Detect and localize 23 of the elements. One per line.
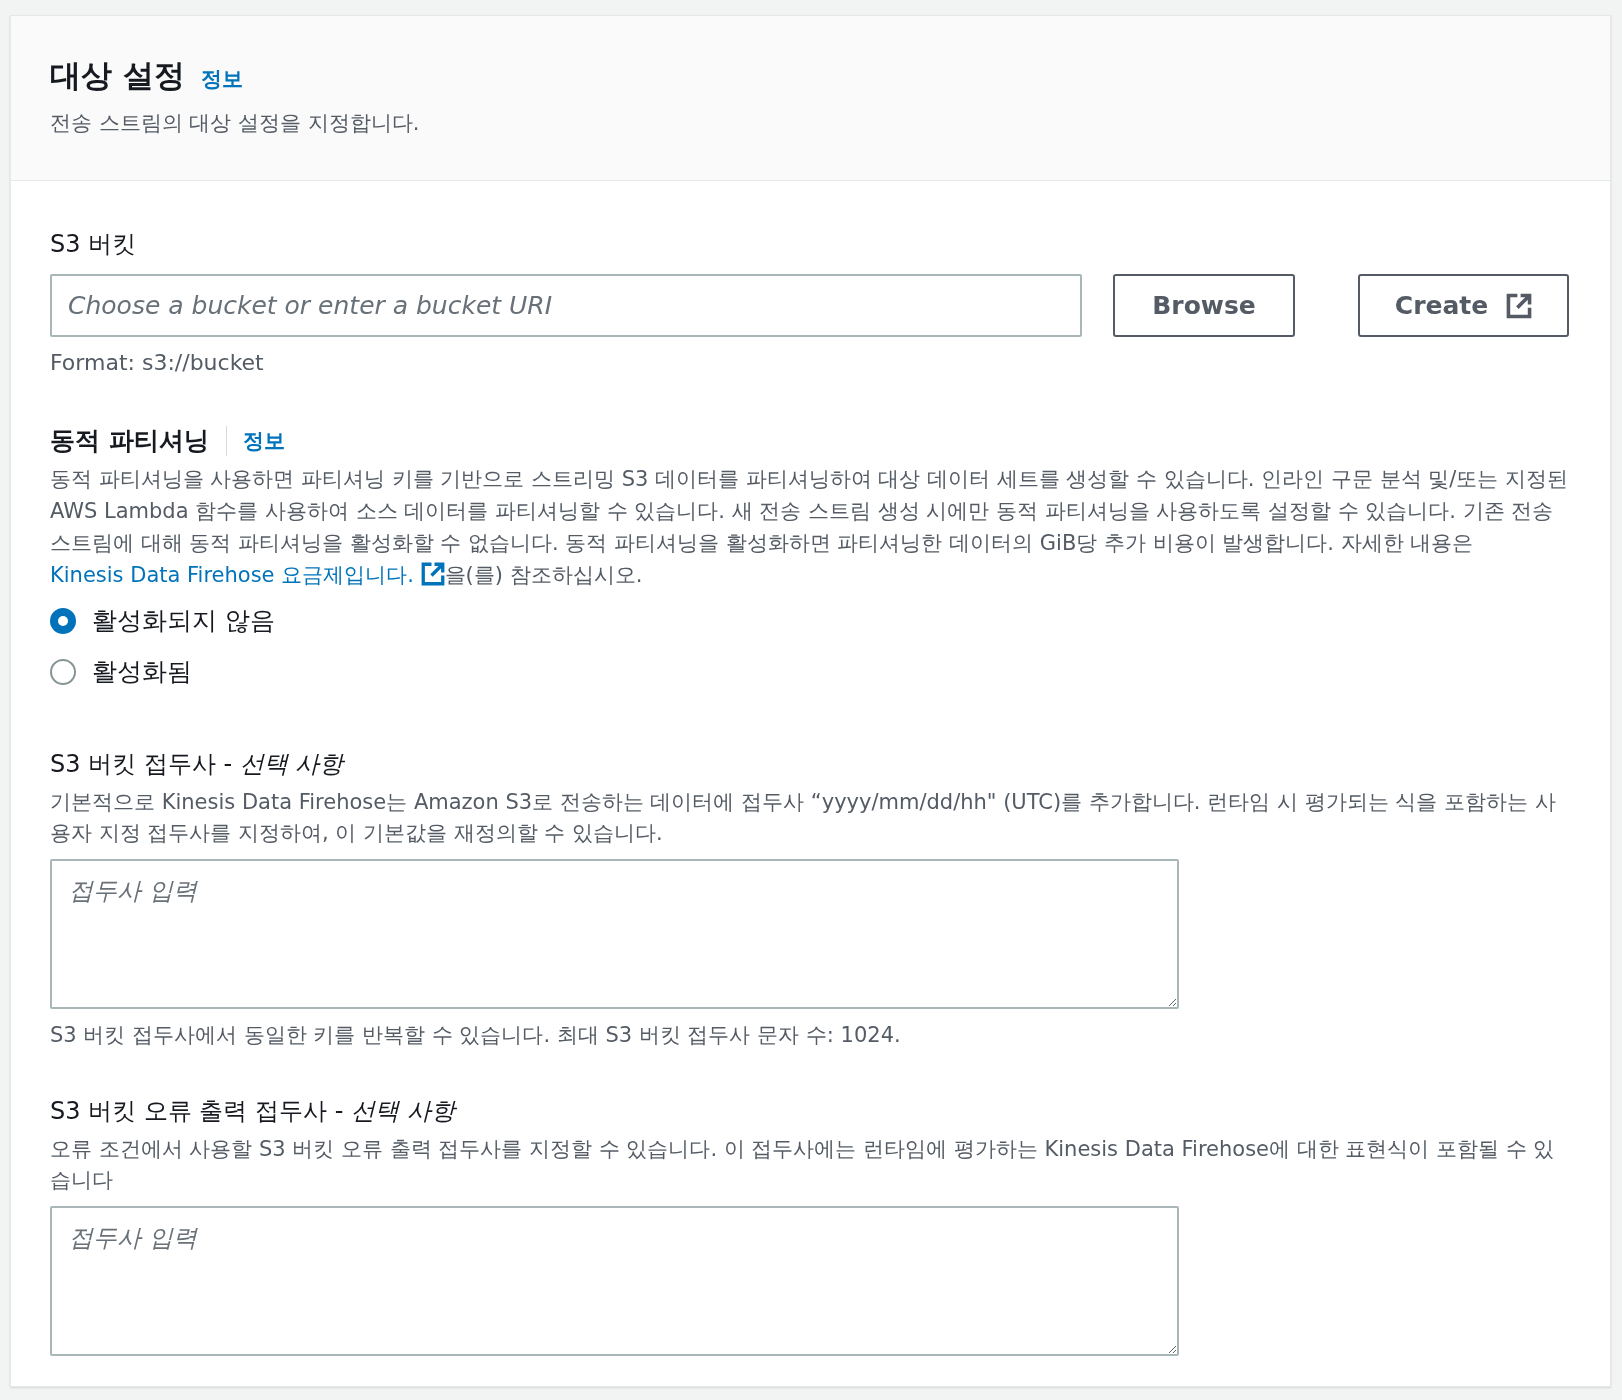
pricing-link[interactable]: Kinesis Data Firehose 요금제입니다. [50, 563, 445, 587]
option-label[interactable]: 활성화되지 않음 [92, 605, 275, 637]
section-description: 전송 스트림의 대상 설정을 지정합니다. [50, 110, 421, 137]
field-label: S3 버킷 [50, 229, 138, 259]
bucket-input[interactable]: Choose a bucket or enter a bucket URI [50, 274, 1082, 337]
option-label[interactable]: 활성화됨 [92, 656, 192, 688]
create-button[interactable]: Create [1358, 274, 1569, 337]
radio-button[interactable] [50, 659, 76, 685]
field-description: 오류 조건에서 사용할 S3 버킷 오류 출력 접두사를 지정할 수 있습니다. 이 접두사에는 런타임에 평가하는 Kinesis Data Firehose에 대한 표현식이 포함될 수 있습니다 [50, 1136, 1556, 1194]
error-prefix-textarea[interactable]: 접두사 입력 [50, 1206, 1179, 1356]
field-label: S3 버킷 접두사 - 선택 사항 [50, 749, 346, 780]
field-label: S3 버킷 오류 출력 접두사 - 선택 사항 [50, 1096, 458, 1127]
section-title: 대상 설정 [50, 57, 185, 93]
browse-button[interactable]: Browse [1113, 274, 1295, 337]
info-link[interactable]: 정보 [200, 65, 243, 93]
section-title: 동적 파티셔닝 [50, 425, 209, 457]
info-link[interactable]: 정보 [242, 427, 285, 455]
field-description: 기본적으로 Kinesis Data Firehose는 Amazon S3로 전송하는 데이터에 접두사 “yyyy/mm/dd/hh" (UTC)를 추가합니다. 런타임 시 평가되는 식을 포함하는 사용자 지정 접두사를 지정하여, 이 기본값을 재정의할 수 있습니다. [50, 789, 1557, 847]
prefix-textarea[interactable]: 접두사 입력 [50, 859, 1179, 1009]
field-hint: S3 버킷 접두사에서 동일한 키를 반복할 수 있습니다. 최대 S3 버킷 접두사 문자 수: 1024. [50, 1022, 902, 1048]
format-hint: Format: s3://bucket [50, 350, 265, 376]
radio-button[interactable] [50, 608, 76, 634]
description-text: 동적 파티셔닝을 사용하면 파티셔닝 키를 기반으로 스트리밍 S3 데이터를 파티셔닝하여 대상 데이터 세트를 생성할 수 있습니다. 인라인 구문 분석 및/또는 지정된 AWS Lambda 함수를 사용하여 소스 데이터를 파티셔닝할 수 있습니다. 새 전송 스트림 생성 시에만 동적 파티셔닝을 사용하도록 설정할 수 있습니다. 기존 전송 스트림에 대해 동적 파티셔닝을 활성화할 수 없습니다. 동적 파티셔닝을 활성화하면 파티셔닝한 데이터의 GiB당 추가 비용이 발생합니다. 자세한 내용은 Kinesis Data Firehose 요금제입니다. 을(를) 참조하십시오. [50, 466, 1569, 589]
